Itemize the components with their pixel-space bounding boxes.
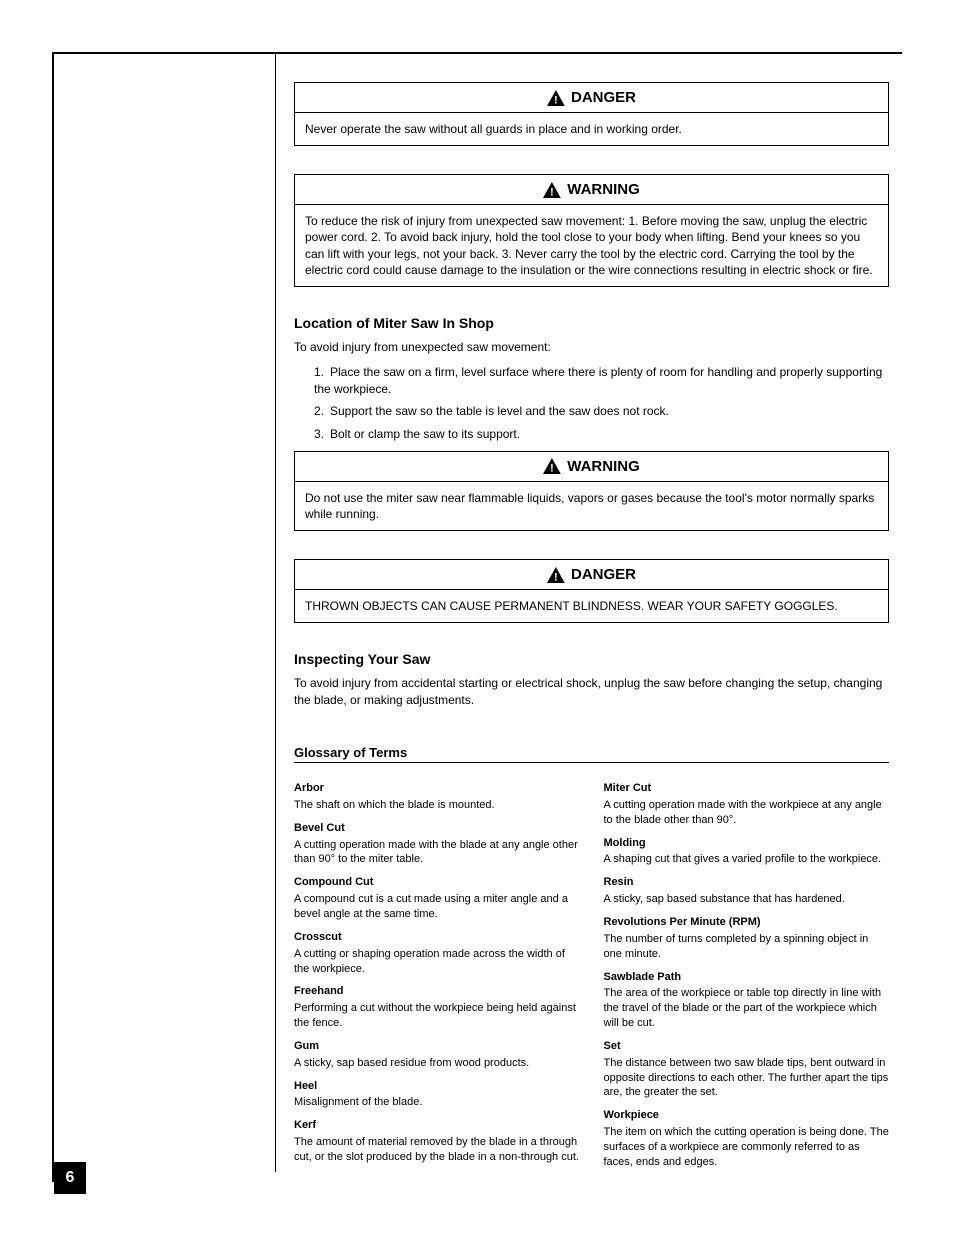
list-item: 1.Place the saw on a firm, level surface… <box>314 364 889 398</box>
glossary-term: Workpiece <box>604 1108 890 1123</box>
glossary-def: The number of turns completed by a spinn… <box>604 932 890 962</box>
glossary-term: Freehand <box>294 984 580 999</box>
workshop-list: 1.Place the saw on a firm, level surface… <box>294 364 889 443</box>
glossary-term: Revolutions Per Minute (RPM) <box>604 915 890 930</box>
glossary-def: The item on which the cutting operation … <box>604 1125 890 1170</box>
callout-danger-goggles: ! DANGER THROWN OBJECTS CAN CAUSE PERMAN… <box>294 559 889 623</box>
glossary-def: The distance between two saw blade tips,… <box>604 1056 890 1101</box>
callout-title-text: WARNING <box>567 181 640 198</box>
glossary-term: Gum <box>294 1039 580 1054</box>
main-content: ! DANGER Never operate the saw without a… <box>294 82 889 1170</box>
svg-text:!: ! <box>554 571 558 583</box>
callout-title-text: DANGER <box>571 89 636 106</box>
list-text: Place the saw on a firm, level surface w… <box>314 365 882 396</box>
glossary-def: A shaping cut that gives a varied profil… <box>604 852 890 867</box>
glossary-term: Sawblade Path <box>604 970 890 985</box>
inspectsaw-body: To avoid injury from accidental starting… <box>294 675 889 709</box>
callout-title: ! WARNING <box>295 452 888 482</box>
svg-text:!: ! <box>550 186 554 198</box>
callout-title-text: DANGER <box>571 566 636 583</box>
callout-warning-flammable: ! WARNING Do not use the miter saw near … <box>294 451 889 531</box>
callout-body: Never operate the saw without all guards… <box>295 113 888 145</box>
glossary-term: Molding <box>604 836 890 851</box>
list-item: 3.Bolt or clamp the saw to its support. <box>314 426 889 443</box>
glossary-term: Set <box>604 1039 890 1054</box>
callout-danger-guards: ! DANGER Never operate the saw without a… <box>294 82 889 146</box>
glossary-term: Heel <box>294 1079 580 1094</box>
warning-triangle-icon: ! <box>543 458 561 474</box>
glossary-term: Crosscut <box>294 930 580 945</box>
glossary-def: The shaft on which the blade is mounted. <box>294 798 580 813</box>
callout-body: To reduce the risk of injury from unexpe… <box>295 205 888 286</box>
glossary-def: Misalignment of the blade. <box>294 1095 580 1110</box>
glossary-col-right: Miter Cut A cutting operation made with … <box>604 773 890 1170</box>
glossary-term: Arbor <box>294 781 580 796</box>
page-frame: ! DANGER Never operate the saw without a… <box>52 52 902 1182</box>
callout-title: ! DANGER <box>295 83 888 113</box>
sidebar-margin <box>54 54 276 1172</box>
glossary-col-left: Arbor The shaft on which the blade is mo… <box>294 773 580 1170</box>
svg-text:!: ! <box>550 463 554 475</box>
glossary-columns: Arbor The shaft on which the blade is mo… <box>294 773 889 1170</box>
svg-text:!: ! <box>554 94 558 106</box>
glossary-term: Bevel Cut <box>294 821 580 836</box>
glossary-def: A compound cut is a cut made using a mit… <box>294 892 580 922</box>
glossary-def: A cutting operation made with the workpi… <box>604 798 890 828</box>
glossary-term: Miter Cut <box>604 781 890 796</box>
glossary-term: Kerf <box>294 1118 580 1133</box>
glossary-def: A cutting operation made with the blade … <box>294 838 580 868</box>
callout-body: THROWN OBJECTS CAN CAUSE PERMANENT BLIND… <box>295 590 888 622</box>
page-number-badge: 6 <box>54 1162 86 1194</box>
callout-title: ! DANGER <box>295 560 888 590</box>
list-text: Bolt or clamp the saw to its support. <box>330 427 520 441</box>
callout-title-text: WARNING <box>567 458 640 475</box>
glossary-def: Performing a cut without the workpiece b… <box>294 1001 580 1031</box>
glossary-def: A sticky, sap based residue from wood pr… <box>294 1056 580 1071</box>
callout-body: Do not use the miter saw near flammable … <box>295 482 888 530</box>
page-number: 6 <box>66 1169 75 1187</box>
warning-triangle-icon: ! <box>543 182 561 198</box>
glossary-def: The area of the workpiece or table top d… <box>604 986 890 1031</box>
glossary-def: The amount of material removed by the bl… <box>294 1135 580 1165</box>
warning-triangle-icon: ! <box>547 567 565 583</box>
workshop-intro: To avoid injury from unexpected saw move… <box>294 339 889 356</box>
list-text: Support the saw so the table is level an… <box>330 404 669 418</box>
heading-inspectsaw: Inspecting Your Saw <box>294 651 889 667</box>
callout-title: ! WARNING <box>295 175 888 205</box>
glossary-term: Resin <box>604 875 890 890</box>
glossary-term: Compound Cut <box>294 875 580 890</box>
glossary-def: A sticky, sap based substance that has h… <box>604 892 890 907</box>
subheading-glossary: Glossary of Terms <box>294 745 889 763</box>
warning-triangle-icon: ! <box>547 90 565 106</box>
callout-warning-movement: ! WARNING To reduce the risk of injury f… <box>294 174 889 287</box>
glossary-def: A cutting or shaping operation made acro… <box>294 947 580 977</box>
heading-workshop: Location of Miter Saw In Shop <box>294 315 889 331</box>
list-item: 2.Support the saw so the table is level … <box>314 403 889 420</box>
